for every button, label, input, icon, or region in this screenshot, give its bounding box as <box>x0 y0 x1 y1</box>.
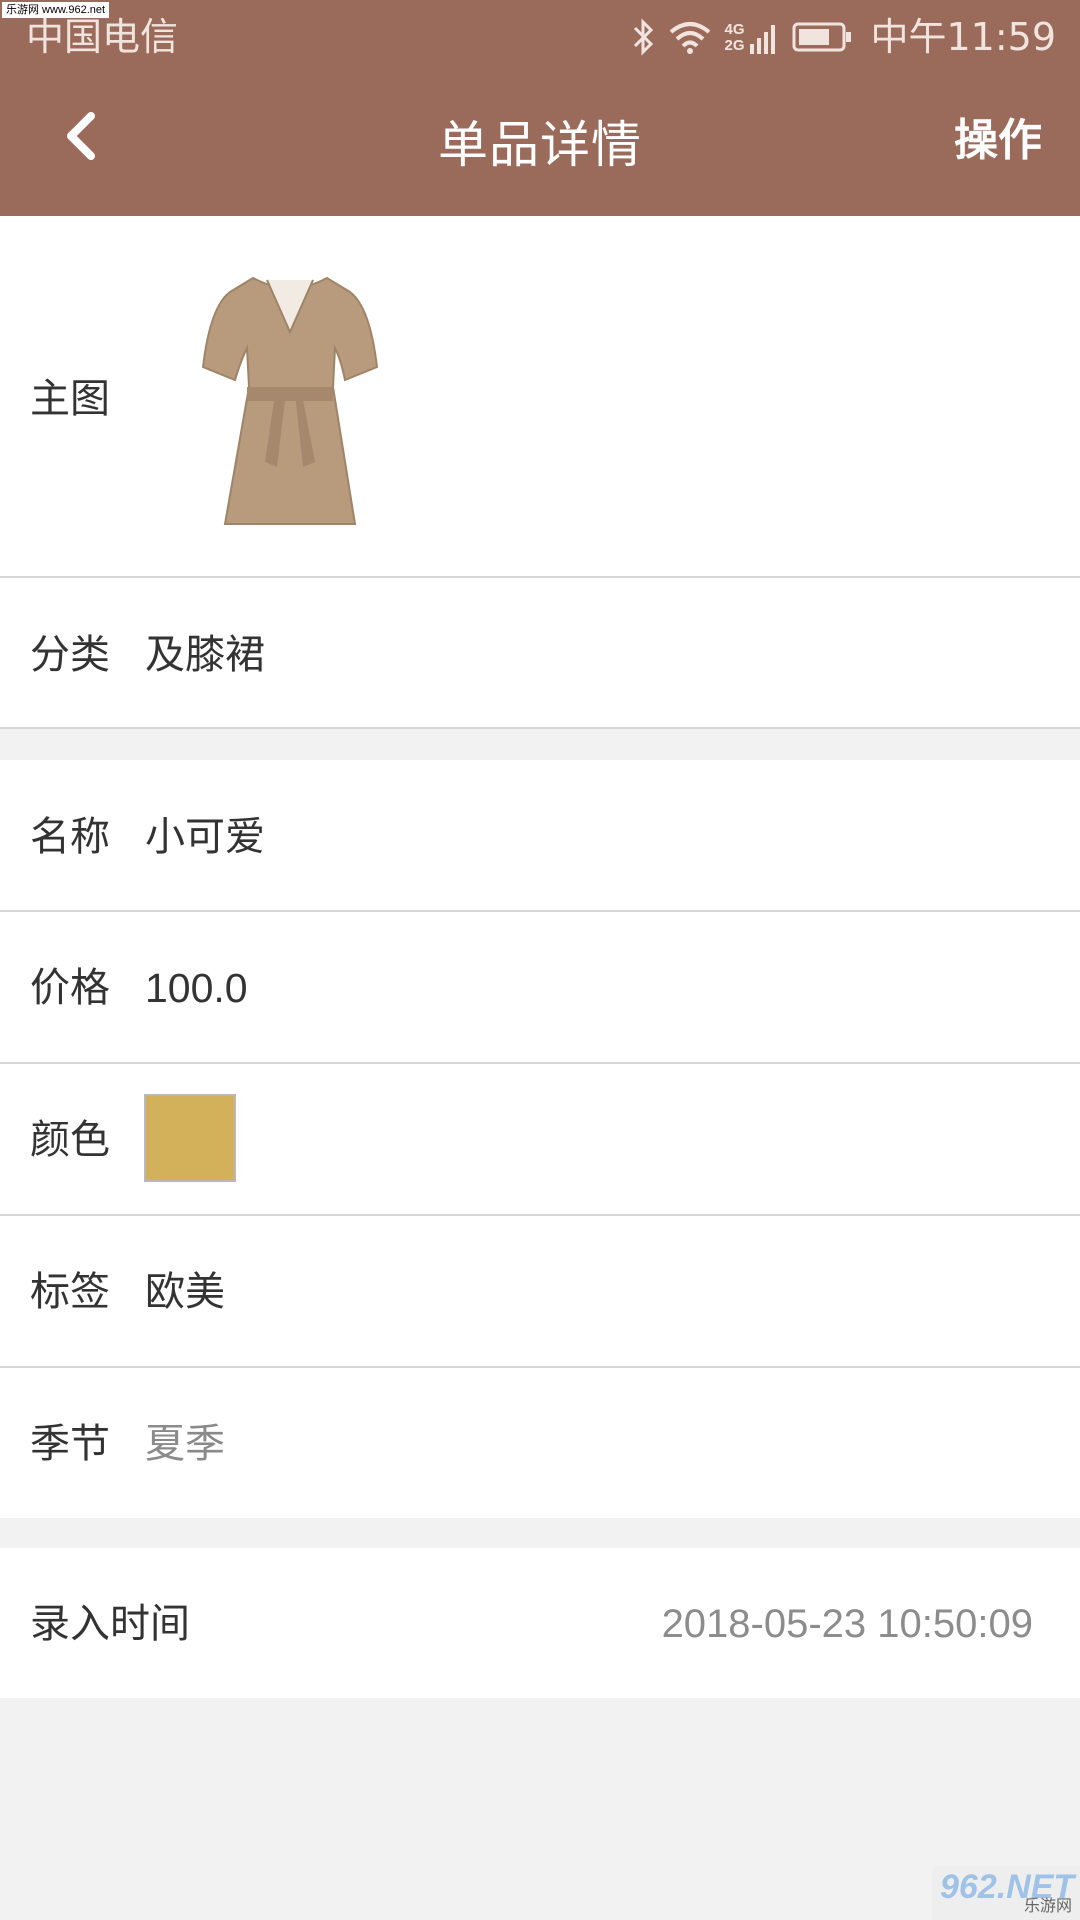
color-swatch <box>144 1094 236 1182</box>
tag-label: 标签 <box>30 1269 110 1315</box>
dress-image[interactable] <box>195 262 385 536</box>
name-label: 名称 <box>30 814 110 860</box>
price-value: 100.0 <box>145 965 248 1011</box>
category-value: 及膝裙 <box>145 632 265 678</box>
entry-time-value: 2018-05-23 10:50:09 <box>661 1602 1033 1646</box>
status-icons: 4G 2G 中午11:59 <box>632 14 1056 60</box>
color-label: 颜色 <box>30 1117 110 1163</box>
watermark-logo-caption: 乐游网 <box>1023 1898 1072 1915</box>
price-label: 价格 <box>30 965 110 1011</box>
signal-indicator: 4G 2G <box>724 20 780 54</box>
main-image-label: 主图 <box>30 376 110 422</box>
action-button[interactable]: 操作 <box>954 110 1042 172</box>
entry-time-label: 录入时间 <box>30 1601 190 1647</box>
network-type: 4G 2G <box>724 21 745 54</box>
name-value: 小可爱 <box>145 814 265 860</box>
carrier-name: 中国电信 <box>26 15 179 59</box>
signal-icon <box>750 25 776 54</box>
header-bar: 乐游网 www.962.net 中国电信 4G 2G 中午11:59 单品详情 … <box>0 0 1080 216</box>
page-title: 单品详情 <box>438 116 642 174</box>
wifi-icon <box>670 22 711 54</box>
season-value: 夏季 <box>145 1421 225 1467</box>
season-label: 季节 <box>30 1421 110 1467</box>
bluetooth-icon <box>634 18 654 56</box>
main-image-row <box>0 216 1080 576</box>
divider <box>0 727 1080 729</box>
status-time: 中午11:59 <box>870 15 1056 59</box>
category-label: 分类 <box>30 632 110 678</box>
battery-icon <box>792 22 852 52</box>
tag-value: 欧美 <box>145 1269 225 1315</box>
watermark-logo: 962.NET 乐游网 <box>932 1866 1080 1920</box>
